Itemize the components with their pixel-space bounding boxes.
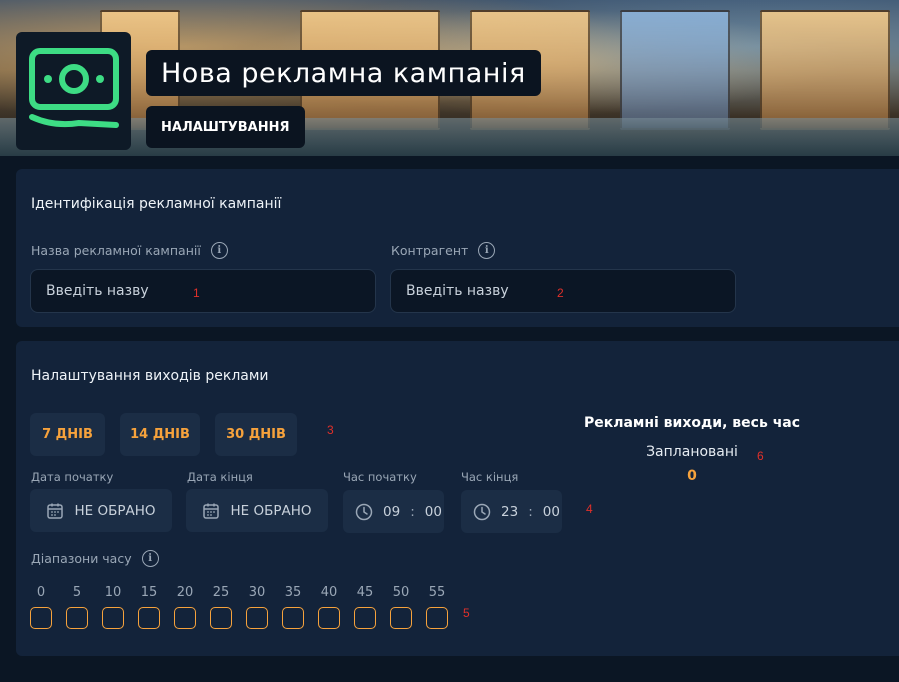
time-range-checkbox[interactable] <box>30 607 52 629</box>
start-date-value: НЕ ОБРАНО <box>74 502 156 519</box>
time-range-checkbox[interactable] <box>318 607 340 629</box>
start-time-minutes[interactable]: 00 <box>425 504 442 520</box>
time-range-checkbox[interactable] <box>210 607 232 629</box>
time-range-option: 25 <box>209 585 233 629</box>
time-separator: : <box>528 503 533 520</box>
settings-tab[interactable]: НАЛАШТУВАННЯ <box>146 106 305 148</box>
time-range-checkbox[interactable] <box>174 607 196 629</box>
time-range-checkbox[interactable] <box>246 607 268 629</box>
time-range-checkbox[interactable] <box>138 607 160 629</box>
end-date-picker[interactable]: НЕ ОБРАНО <box>186 489 328 532</box>
time-range-checkbox[interactable] <box>354 607 376 629</box>
counterparty-label-text: Контрагент <box>391 243 469 258</box>
annotation-marker: 3 <box>327 423 334 437</box>
time-ranges-label-text: Діапазони часу <box>31 551 132 566</box>
time-range-minute-label: 25 <box>212 585 230 600</box>
start-date-picker[interactable]: НЕ ОБРАНО <box>30 489 172 532</box>
campaign-name-input[interactable]: Введіть назву <box>30 269 376 313</box>
time-range-checkbox[interactable] <box>282 607 304 629</box>
clock-icon <box>473 503 491 520</box>
time-range-minute-label: 55 <box>428 585 446 600</box>
banner-floor <box>0 118 899 156</box>
time-range-option: 55 <box>425 585 449 629</box>
time-range-option: 35 <box>281 585 305 629</box>
time-range-minute-label: 20 <box>176 585 194 600</box>
banner-storefront <box>760 10 890 130</box>
logo <box>16 32 131 150</box>
clock-icon <box>355 503 373 520</box>
info-icon[interactable]: i <box>210 242 228 259</box>
money-bill-icon <box>28 48 119 128</box>
annotation-marker: 6 <box>757 449 764 463</box>
counterparty-label: Контрагент i <box>391 242 496 259</box>
end-time-label: Час кінця <box>461 470 519 484</box>
time-range-minute-label: 15 <box>140 585 158 600</box>
time-range-checkbox[interactable] <box>66 607 88 629</box>
banner-storefront <box>620 10 730 130</box>
preset-30-days-button[interactable]: 30 ДНІВ <box>215 413 297 456</box>
campaign-name-placeholder: Введіть назву <box>46 283 149 299</box>
time-range-checkbox[interactable] <box>426 607 448 629</box>
end-date-value: НЕ ОБРАНО <box>230 502 312 519</box>
time-ranges-label: Діапазони часу i <box>31 550 159 567</box>
time-range-option: 30 <box>245 585 269 629</box>
annotation-marker: 2 <box>557 286 564 300</box>
campaign-name-label-text: Назва рекламної кампанії <box>31 243 201 258</box>
time-separator: : <box>410 503 415 520</box>
time-range-option: 0 <box>29 585 53 629</box>
start-date-label: Дата початку <box>31 470 114 484</box>
annotation-marker: 5 <box>463 606 470 620</box>
time-range-option: 5 <box>65 585 89 629</box>
time-range-option: 15 <box>137 585 161 629</box>
time-range-minute-label: 5 <box>72 585 82 600</box>
stats-planned-value: 0 <box>687 468 697 484</box>
stats-title: Рекламні виходи, весь час <box>583 415 801 431</box>
time-range-option: 45 <box>353 585 377 629</box>
campaign-name-label: Назва рекламної кампанії i <box>31 242 228 259</box>
time-range-minute-label: 40 <box>320 585 338 600</box>
end-time-hours[interactable]: 23 <box>501 504 518 520</box>
page-title: Нова рекламна кампанія <box>146 50 541 96</box>
settings-title: Налаштування виходів реклами <box>31 368 269 384</box>
start-time-picker[interactable]: 09 : 00 <box>343 490 444 533</box>
time-range-minute-label: 10 <box>104 585 122 600</box>
end-time-picker[interactable]: 23 : 00 <box>461 490 562 533</box>
time-range-option: 10 <box>101 585 125 629</box>
preset-14-days-button[interactable]: 14 ДНІВ <box>120 413 200 456</box>
time-range-option: 20 <box>173 585 197 629</box>
start-time-label: Час початку <box>343 470 417 484</box>
calendar-icon <box>47 503 64 519</box>
time-range-option: 50 <box>389 585 413 629</box>
preset-7-days-button[interactable]: 7 ДНІВ <box>30 413 105 456</box>
time-range-minute-label: 0 <box>36 585 46 600</box>
start-time-hours[interactable]: 09 <box>383 504 400 520</box>
time-range-checkbox[interactable] <box>390 607 412 629</box>
annotation-marker: 4 <box>586 502 593 516</box>
stats-planned-label: Заплановані <box>646 444 738 460</box>
time-range-option: 40 <box>317 585 341 629</box>
time-range-checkbox[interactable] <box>102 607 124 629</box>
time-range-minute-label: 45 <box>356 585 374 600</box>
time-range-minute-label: 30 <box>248 585 266 600</box>
identification-title: Ідентифікація рекламної кампанії <box>31 196 282 212</box>
time-range-minute-label: 35 <box>284 585 302 600</box>
counterparty-placeholder: Введіть назву <box>406 283 509 299</box>
end-time-minutes[interactable]: 00 <box>543 504 560 520</box>
time-range-minute-label: 50 <box>392 585 410 600</box>
annotation-marker: 1 <box>193 286 200 300</box>
info-icon[interactable]: i <box>478 242 496 259</box>
calendar-icon <box>203 503 220 519</box>
info-icon[interactable]: i <box>141 550 159 567</box>
end-date-label: Дата кінця <box>187 470 253 484</box>
